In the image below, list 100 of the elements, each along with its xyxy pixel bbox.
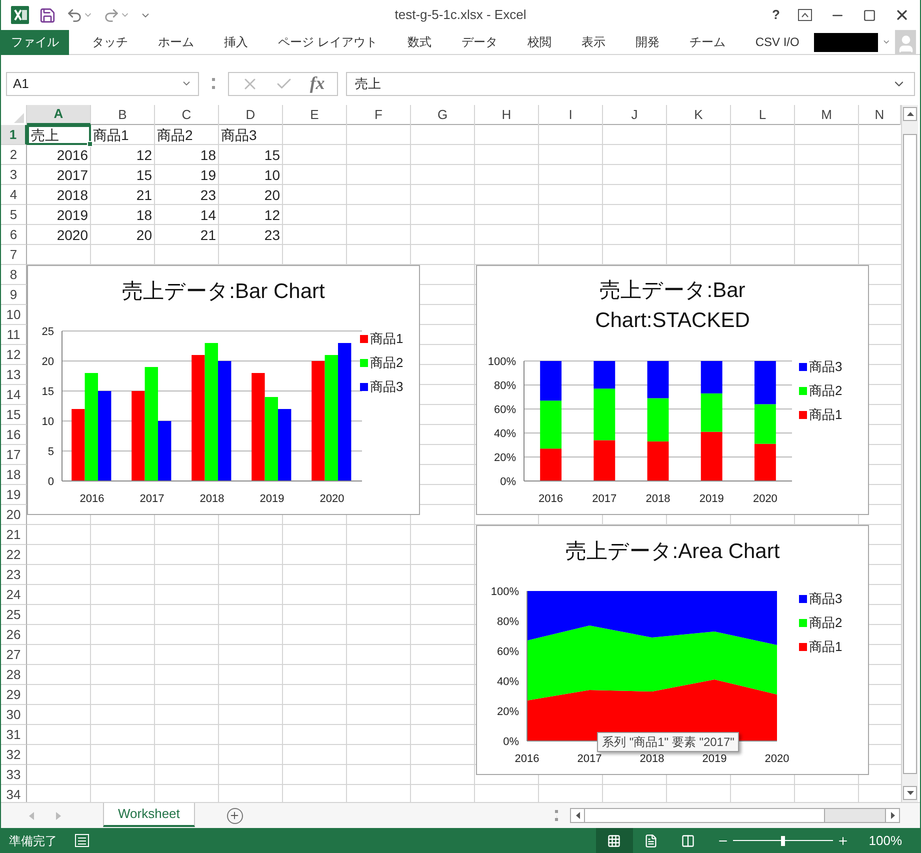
column-header[interactable]: G: [411, 105, 475, 125]
divider-grip-icon: [555, 810, 558, 821]
column-header[interactable]: F: [347, 105, 411, 125]
x-tick-label: 2019: [260, 493, 284, 505]
column-header[interactable]: L: [731, 105, 795, 125]
x-tick-label: 2016: [514, 753, 540, 765]
table-cell-text: 19: [199, 166, 217, 185]
table-cell-text: 18: [135, 206, 153, 225]
table-cell-text: 商品2: [156, 126, 194, 145]
y-tick-label: 80%: [494, 380, 516, 392]
y-tick-label: 0%: [500, 476, 516, 488]
table-cell-text: 2018: [56, 186, 89, 205]
scroll-right-icon[interactable]: [890, 812, 894, 819]
scroll-up-icon[interactable]: [906, 112, 914, 116]
column-header[interactable]: H: [475, 105, 539, 125]
columns-icon: [681, 834, 696, 848]
macro-record-icon[interactable]: [75, 834, 89, 847]
y-tick-label: 40%: [496, 676, 519, 688]
table-cell-text: 18: [199, 146, 217, 165]
grid-icon: [607, 834, 622, 848]
x-tick-label: 2020: [764, 753, 790, 765]
legend-label: 商品2: [809, 614, 842, 632]
ribbon-tab[interactable]: 挿入: [209, 30, 263, 54]
scroll-down-icon[interactable]: [906, 791, 914, 795]
x-tick-label: 2020: [752, 493, 778, 505]
x-tick-label: 2018: [200, 493, 224, 505]
redo-icon[interactable]: [103, 6, 120, 24]
table-cell-text: 2017: [56, 166, 89, 185]
insert-function-button[interactable]: fx: [310, 70, 325, 97]
ribbon-tab[interactable]: 表示: [566, 30, 620, 54]
ribbon-tab[interactable]: ファイル: [1, 30, 69, 54]
bar-segment: [700, 361, 722, 394]
name-box[interactable]: A1: [6, 72, 199, 96]
y-tick-label: 0%: [503, 736, 519, 748]
row-header[interactable]: 1: [1, 125, 27, 145]
column-header[interactable]: D: [219, 105, 283, 125]
ribbon-tab[interactable]: CSV I/O: [740, 30, 814, 54]
column-header[interactable]: B: [91, 105, 155, 125]
x-tick-label: 2019: [702, 753, 727, 765]
column-header[interactable]: I: [539, 105, 603, 125]
table-cell-text: 12: [263, 206, 281, 225]
legend-label: 商品3: [809, 590, 842, 608]
ribbon-tab[interactable]: 数式: [392, 30, 446, 54]
table-cell-text: 12: [135, 146, 153, 165]
zoom-in-icon[interactable]: [836, 834, 849, 846]
ribbon-tab[interactable]: チーム: [674, 30, 740, 54]
y-tick-label: 15: [42, 386, 54, 398]
ribbon-tab[interactable]: ページ レイアウト: [263, 30, 392, 54]
table-cell-text: 2016: [56, 146, 89, 165]
zoom-level[interactable]: 100%: [868, 830, 902, 850]
y-tick-label: 0: [48, 476, 54, 488]
legend-label: 商品1: [809, 406, 842, 424]
column-header[interactable]: C: [155, 105, 219, 125]
bar-segment: [700, 393, 722, 432]
bar-segment: [647, 441, 669, 481]
ribbon-tab[interactable]: データ: [446, 30, 512, 54]
y-tick-label: 40%: [494, 428, 516, 440]
help-button[interactable]: ?: [772, 5, 780, 25]
corner-triangle-icon: [14, 113, 24, 123]
chart-title: 売上データ:Area Chart: [565, 539, 780, 565]
vertical-scrollbar[interactable]: [901, 105, 918, 802]
maximize-icon[interactable]: [863, 8, 876, 22]
ribbon-tab[interactable]: 開発: [620, 30, 674, 54]
divider-grip-icon: [212, 78, 215, 89]
ribbon-tab[interactable]: 校閲: [512, 30, 566, 54]
bar-segment: [647, 361, 669, 398]
x-tick-label: 2016: [538, 493, 564, 505]
column-header[interactable]: A: [27, 105, 91, 125]
ribbon-display-icon[interactable]: [798, 9, 812, 21]
x-tick-label: 2018: [646, 493, 670, 505]
table-cell: 売上: [27, 125, 91, 145]
close-icon[interactable]: [894, 7, 910, 23]
bar-segment: [754, 404, 776, 444]
column-header[interactable]: K: [667, 105, 731, 125]
x-tick-label: 2019: [699, 493, 724, 505]
sheet-tab[interactable]: Worksheet: [103, 802, 195, 826]
zoom-slider-thumb[interactable]: [780, 836, 785, 846]
bar-segment: [700, 432, 722, 481]
y-tick-label: 25: [42, 326, 54, 338]
table-cell-text: 14: [199, 206, 217, 225]
column-header[interactable]: M: [795, 105, 859, 125]
formula-field[interactable]: 売上: [346, 72, 915, 96]
spreadsheet-logo-icon[interactable]: [11, 6, 29, 24]
table-cell-text: 20: [135, 226, 153, 245]
scroll-left-icon[interactable]: [576, 812, 580, 819]
save-icon[interactable]: [39, 6, 56, 24]
column-header[interactable]: J: [603, 105, 667, 125]
y-tick-label: 60%: [494, 404, 516, 416]
horizontal-scrollbar[interactable]: [570, 808, 900, 823]
y-tick-label: 20%: [494, 452, 516, 464]
table-cell-text: 21: [199, 226, 217, 245]
column-header[interactable]: E: [283, 105, 347, 125]
ribbon-tab[interactable]: ホーム: [143, 30, 209, 54]
ribbon-tab[interactable]: タッチ: [77, 30, 143, 54]
bar-segment: [594, 440, 616, 481]
table-cell-text: 15: [135, 166, 153, 185]
legend-label: 商品2: [370, 354, 404, 372]
table-cell-text: 2019: [56, 206, 89, 225]
undo-icon[interactable]: [66, 6, 83, 24]
normal-view-button[interactable]: [596, 828, 633, 853]
